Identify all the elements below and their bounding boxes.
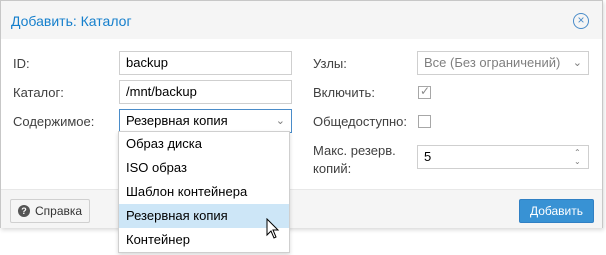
directory-field[interactable]: /mnt/backup [119,80,292,104]
content-select[interactable]: Резервная копия ⌄ [119,109,292,133]
nodes-select[interactable]: Все (Без ограничений) ⌄ [417,51,589,75]
mouse-pointer-icon [266,218,280,239]
dialog-footer: ? Справка Добавить [1,189,602,228]
dropdown-option-backup[interactable]: Резервная копия [119,204,289,228]
max-backups-value: 5 [424,149,432,164]
dropdown-option-container[interactable]: Контейнер [119,228,289,252]
shared-checkbox[interactable] [418,115,431,128]
dialog-titlebar: Добавить: Каталог × [1,1,602,39]
checkmark-icon: ✓ [420,84,431,98]
spinner-arrows[interactable]: ⌃ ⌄ [574,148,584,166]
add-directory-dialog: Добавить: Каталог × ID: backup Каталог: … [0,0,603,228]
max-backups-label-line2: копий: [313,161,352,176]
dropdown-option-iso-image[interactable]: ISO образ [119,156,289,180]
dialog-title: Добавить: Каталог [11,13,132,29]
enable-checkbox[interactable]: ✓ [418,84,431,99]
nodes-value: Все (Без ограничений) [424,55,561,70]
question-icon: ? [18,205,30,217]
directory-value: /mnt/backup [126,84,197,99]
directory-label: Каталог: [13,85,64,100]
help-label: Справка [35,204,83,218]
chevron-down-icon[interactable]: ⌄ [276,110,285,132]
id-field[interactable]: backup [119,51,292,75]
dropdown-option-disk-image[interactable]: Образ диска [119,132,289,156]
nodes-label: Узлы: [313,56,347,71]
help-button[interactable]: ? Справка [10,199,90,223]
enable-label: Включить: [313,85,375,100]
spin-up-icon[interactable]: ⌃ [574,148,584,157]
max-backups-spinner[interactable]: 5 ⌃ ⌄ [417,145,589,169]
spin-down-icon[interactable]: ⌄ [574,157,584,166]
content-value: Резервная копия [126,113,228,128]
dropdown-option-container-template[interactable]: Шаблон контейнера [119,180,289,204]
id-label: ID: [13,56,30,71]
chevron-down-icon[interactable]: ⌄ [573,52,582,74]
content-dropdown-list: Образ диска ISO образ Шаблон контейнера … [118,131,290,253]
close-icon[interactable]: × [573,13,589,29]
add-button[interactable]: Добавить [519,199,594,223]
content-label: Содержимое: [13,114,95,129]
id-value: backup [126,55,168,70]
max-backups-label-line1: Макс. резерв. [313,143,396,158]
shared-label: Общедоступно: [313,114,408,129]
